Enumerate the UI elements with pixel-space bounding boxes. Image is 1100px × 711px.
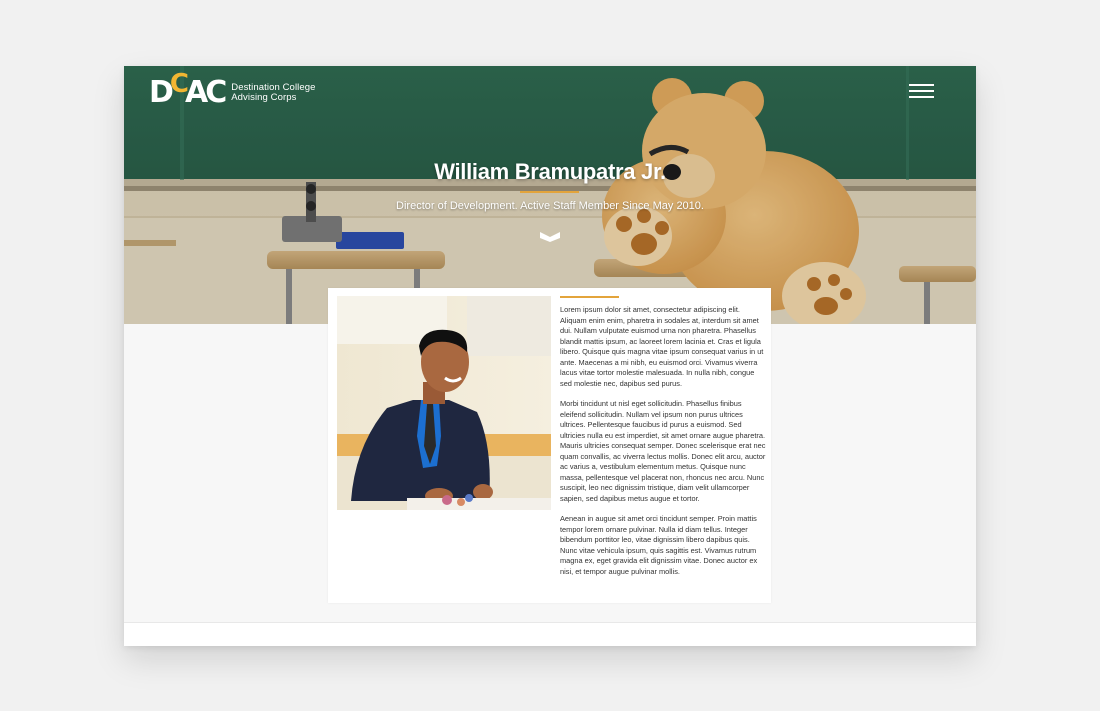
bio-paragraph: Aenean in augue sit amet orci tincidunt … [560, 514, 758, 576]
profile-card: Lorem ipsum dolor sit amet, consectetur … [328, 288, 771, 603]
logo-letter-d: D [149, 75, 174, 110]
page-title: William Bramupatra Jr. [434, 159, 666, 184]
hero-banner: DCAC Destination College Advising Corps … [124, 66, 976, 324]
logo-mark: DCAC [149, 71, 227, 110]
menu-bar [909, 96, 934, 98]
logo-letter-c-accent: C [169, 69, 189, 99]
logo-name-line2: Advising Corps [231, 92, 297, 103]
chevron-down-icon[interactable] [540, 228, 560, 242]
title-underline [520, 191, 579, 193]
page-footer [124, 622, 976, 646]
browser-frame: DCAC Destination College Advising Corps … [124, 66, 976, 646]
bio-paragraph: Morbi tincidunt ut nisl eget sollicitudi… [560, 399, 766, 503]
hamburger-menu-icon[interactable] [909, 83, 936, 99]
logo-wordmark: Destination College Advising Corps [231, 83, 315, 103]
menu-bar [909, 84, 934, 86]
bio-section: Lorem ipsum dolor sit amet, consectetur … [560, 296, 766, 587]
menu-bar [909, 90, 934, 92]
bio-accent-rule [560, 296, 619, 298]
page-subtitle: Director of Development. Active Staff Me… [396, 200, 704, 212]
logo-letters-ac: AC [185, 75, 227, 110]
dcac-logo[interactable]: DCAC Destination College Advising Corps [149, 71, 316, 110]
portrait-photo [337, 296, 551, 510]
bio-paragraph: Lorem ipsum dolor sit amet, consectetur … [560, 305, 764, 388]
